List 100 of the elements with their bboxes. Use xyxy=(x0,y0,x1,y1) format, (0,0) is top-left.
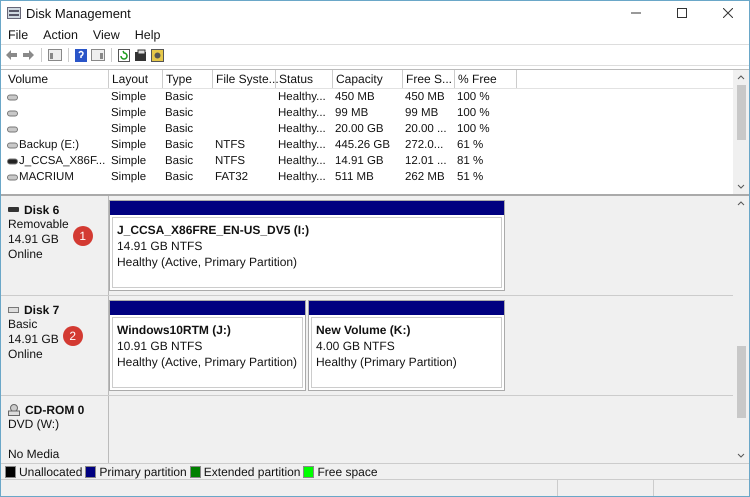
table-cell: 272.0... xyxy=(405,139,444,151)
refresh-icon[interactable] xyxy=(118,48,130,62)
table-cell: Healthy... xyxy=(278,139,326,151)
partition-block[interactable]: Windows10RTM (J:) 10.91 GB NTFS Healthy (Active, Primary Partition) xyxy=(109,300,306,391)
drive-icon xyxy=(7,174,18,180)
table-cell: Basic xyxy=(165,123,194,135)
disk-detail: Basic xyxy=(8,317,38,331)
menu-item[interactable]: Help xyxy=(134,28,160,42)
table-cell: FAT32 xyxy=(215,171,248,183)
drive-icon xyxy=(7,142,18,148)
table-cell: Basic xyxy=(165,171,194,183)
disk-name: Disk 6 xyxy=(24,202,60,216)
table-cell: Healthy... xyxy=(278,123,326,135)
legend-label: Free space xyxy=(317,464,378,478)
scroll-up-icon[interactable] xyxy=(737,75,745,80)
disk-detail: 14.91 GB xyxy=(8,332,59,346)
panel-icon[interactable] xyxy=(48,49,62,61)
table-cell: 99 MB xyxy=(405,107,438,119)
partition-detail: Healthy (Active, Primary Partition) xyxy=(117,354,298,370)
partition-detail: Healthy (Primary Partition) xyxy=(316,354,458,370)
forward-arrow-icon[interactable] xyxy=(22,49,35,61)
menu-item[interactable]: Action xyxy=(43,28,78,42)
partition-title: Windows10RTM (J:) xyxy=(117,322,232,338)
table-cell: MACRIUM xyxy=(19,171,74,183)
table-cell: Simple xyxy=(111,107,146,119)
column-header[interactable]: Type xyxy=(163,70,213,88)
cd-drive-icon xyxy=(8,404,20,416)
table-cell: 100 % xyxy=(457,107,490,119)
table-cell: Healthy... xyxy=(278,171,326,183)
drive-icon xyxy=(8,306,19,312)
table-cell: Healthy... xyxy=(278,91,326,103)
disk-detail: 14.91 GB xyxy=(8,232,59,246)
table-cell: 20.00 ... xyxy=(405,123,447,135)
table-cell: Basic xyxy=(165,139,194,151)
drive-icon xyxy=(7,126,18,132)
legend-label: Primary partition xyxy=(99,464,187,478)
legend-label: Unallocated xyxy=(19,464,82,478)
table-cell: 100 % xyxy=(457,91,490,103)
table-cell: Healthy... xyxy=(278,107,326,119)
table-cell: 81 % xyxy=(457,155,484,167)
partition-title: New Volume (K:) xyxy=(316,322,412,338)
column-header[interactable]: Layout xyxy=(109,70,163,88)
table-cell: Simple xyxy=(111,139,146,151)
usb-drive-icon xyxy=(8,207,19,212)
scroll-up-icon[interactable] xyxy=(737,201,745,206)
table-cell: Basic xyxy=(165,107,194,119)
column-header[interactable]: File Syste... xyxy=(213,70,276,88)
table-cell: Basic xyxy=(165,91,194,103)
app-icon xyxy=(7,7,21,19)
back-arrow-icon[interactable] xyxy=(5,49,18,61)
table-cell: 100 % xyxy=(457,123,490,135)
menu-item[interactable]: View xyxy=(92,28,120,42)
panel-icon[interactable] xyxy=(91,49,105,61)
table-cell: 51 % xyxy=(457,171,484,183)
partition-block[interactable]: J_CCSA_X86FRE_EN-US_DV5 (I:) 14.91 GB NTFS Healthy (Active, Primary Partition) xyxy=(109,200,505,291)
table-cell: NTFS xyxy=(215,155,246,167)
number-badge: 2 xyxy=(62,326,83,346)
column-header[interactable]: Capacity xyxy=(333,70,403,88)
usb-drive-icon xyxy=(7,158,18,164)
close-icon[interactable] xyxy=(723,8,733,18)
column-header[interactable]: Status xyxy=(276,70,333,88)
partition-detail: 4.00 GB NTFS xyxy=(316,338,396,354)
table-cell: 12.01 ... xyxy=(405,155,447,167)
table-cell: 445.26 GB xyxy=(335,139,390,151)
scrollbar[interactable] xyxy=(733,70,749,194)
table-cell: Backup (E:) xyxy=(19,139,80,151)
scroll-down-icon[interactable] xyxy=(737,184,745,189)
menu-item[interactable]: File xyxy=(8,28,28,42)
table-cell: 99 MB xyxy=(335,107,368,119)
table-cell: 20.00 GB xyxy=(335,123,384,135)
disk-detail: Online xyxy=(8,347,43,361)
drive-icon xyxy=(7,94,18,100)
column-header[interactable]: Volume xyxy=(5,70,109,88)
disk-detail: Removable xyxy=(8,217,69,231)
table-cell: J_CCSA_X86F... xyxy=(19,155,106,167)
disk-detail: Online xyxy=(8,247,43,261)
disk-name: Disk 7 xyxy=(24,302,60,316)
table-cell: Simple xyxy=(111,91,146,103)
help-icon[interactable] xyxy=(75,48,87,62)
window-title: Disk Management xyxy=(26,6,131,20)
table-cell: Basic xyxy=(165,155,194,167)
scroll-thumb[interactable] xyxy=(736,85,746,140)
table-cell: 450 MB xyxy=(405,91,445,103)
table-cell: 262 MB xyxy=(405,171,445,183)
table-cell: 511 MB xyxy=(335,171,374,183)
column-header[interactable]: Free S... xyxy=(403,70,455,88)
legend-label: Extended partition xyxy=(204,464,300,478)
table-cell: 450 MB xyxy=(335,91,375,103)
table-cell: 14.91 GB xyxy=(335,155,384,167)
scroll-down-icon[interactable] xyxy=(737,453,745,458)
table-cell: NTFS xyxy=(215,139,246,151)
number-badge: 1 xyxy=(72,226,93,246)
table-cell: 61 % xyxy=(457,139,484,151)
table-cell: Simple xyxy=(111,171,146,183)
maximize-icon[interactable] xyxy=(677,8,687,18)
table-cell: Healthy... xyxy=(278,155,326,167)
column-header[interactable]: % Free xyxy=(455,70,517,88)
disk-detail: DVD (W:) xyxy=(8,417,60,431)
partition-block[interactable]: New Volume (K:) 4.00 GB NTFS Healthy (Primary Partition) xyxy=(308,300,505,391)
scroll-thumb[interactable] xyxy=(736,346,746,418)
